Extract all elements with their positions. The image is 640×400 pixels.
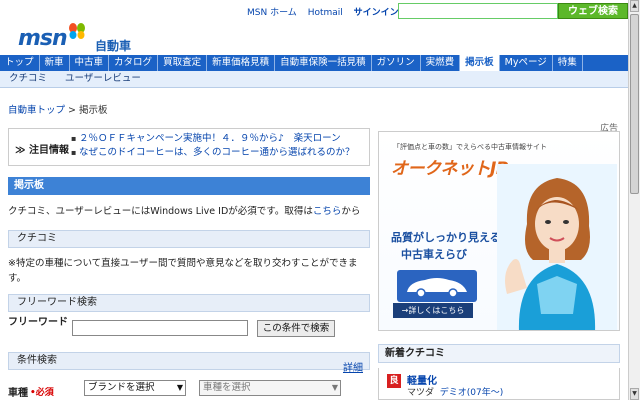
live-id-link[interactable]: こちら — [313, 206, 342, 217]
msn-butterfly-icon — [69, 23, 85, 39]
scroll-up-icon[interactable]: ▲ — [630, 0, 639, 12]
brand-select-value: ブランドを選択 — [88, 382, 155, 393]
web-search-input[interactable] — [398, 3, 558, 19]
main-nav: トップ 新車 中古車 カタログ 買取査定 新車価格見積 自動車保険一括見積 ガソ… — [0, 55, 628, 71]
required-mark: •必須 — [30, 388, 54, 398]
latest-kuchikomi-header: 新着クチコミ — [378, 344, 620, 363]
breadcrumb-separator: > — [68, 105, 76, 116]
model-select-value: 車種を選択 — [203, 382, 251, 393]
notice-box: ≫ 注目情報 ２％ＯＦＦキャンペーン実施中！４．９％から♪ 楽天ローン なぜこの… — [8, 128, 370, 166]
review-model-link[interactable]: デミオ(07年〜) — [440, 388, 503, 398]
ad-cta-button[interactable]: →詳しくはこちら — [393, 303, 473, 318]
board-intro: クチコミ、ユーザーレビューにはWindows Live IDが必須です。取得はこ… — [8, 204, 370, 219]
freeword-search-button[interactable]: この条件で検索 — [257, 320, 335, 337]
nav-new-car-quote[interactable]: 新車価格見積 — [207, 55, 276, 71]
nav-board[interactable]: 掲示板 — [460, 55, 500, 71]
signin-link[interactable]: サインイン — [354, 8, 399, 18]
msn-logo[interactable]: msn — [18, 26, 68, 51]
scroll-down-icon[interactable]: ▼ — [630, 388, 639, 400]
sub-nav: クチコミ ユーザーレビュー — [0, 71, 628, 88]
nav-new-car[interactable]: 新車 — [40, 55, 70, 71]
nav-catalog[interactable]: カタログ — [109, 55, 159, 71]
vehicle-label: 車種 — [8, 388, 28, 399]
model-select[interactable]: 車種を選択 ▼ — [199, 380, 341, 396]
vertical-scrollbar[interactable]: ▲ ▼ — [628, 0, 640, 400]
condition-header: 条件検索 — [8, 352, 370, 370]
freeword-input[interactable] — [72, 320, 248, 336]
car-icon — [397, 270, 477, 302]
ad-brand-logo: オークネットJP — [391, 159, 508, 179]
nav-mypage[interactable]: Myページ — [500, 55, 553, 71]
subnav-kuchikomi[interactable]: クチコミ — [0, 71, 56, 87]
scrollbar-thumb[interactable] — [630, 14, 639, 194]
freeword-header: フリーワード検索 — [8, 294, 370, 312]
board-intro-suffix: から — [341, 206, 361, 217]
section-title: 自動車 — [95, 39, 132, 53]
board-intro-text: クチコミ、ユーザーレビューにはWindows Live IDが必須です。取得は — [8, 206, 313, 217]
notice-list: ２％ＯＦＦキャンペーン実施中！４．９％から♪ 楽天ローン なぜこのドイコーヒーは… — [71, 132, 355, 160]
brand-select[interactable]: ブランドを選択 ▼ — [84, 380, 186, 396]
notice-item: なぜこのドイコーヒーは、多くのコーヒー通から選ばれるのか？ — [71, 146, 355, 160]
subnav-user-review[interactable]: ユーザーレビュー — [56, 71, 150, 87]
breadcrumb-current: 掲示板 — [78, 105, 108, 116]
freeword-label: フリーワード — [8, 317, 68, 328]
detail-search-link[interactable]: 詳細 — [343, 359, 363, 374]
breadcrumb-home-link[interactable]: 自動車トップ — [8, 105, 65, 116]
ad-model-photo — [497, 164, 617, 330]
nav-insurance-quote[interactable]: 自動車保険一括見積 — [275, 55, 372, 71]
notice-link-loan[interactable]: ２％ＯＦＦキャンペーン実施中！４．９％から♪ 楽天ローン — [79, 133, 341, 144]
review-meta: マツダ デミオ(07年〜) — [407, 385, 503, 398]
rating-badge: 良 — [387, 374, 401, 388]
notice-link-coffee[interactable]: なぜこのドイコーヒーは、多くのコーヒー通から選ばれるのか？ — [79, 147, 355, 158]
ad-tagline: 「評価点と車の数」でえらべる中古車情報サイト — [393, 143, 547, 151]
latest-kuchikomi-item[interactable]: 良 軽量化 マツダ デミオ(07年〜) — [378, 368, 620, 400]
top-links: MSN ホーム Hotmail サインイン — [247, 5, 407, 18]
ad-copy-line1: 品質がしっかり見える — [391, 231, 501, 244]
notice-item: ２％ＯＦＦキャンペーン実施中！４．９％から♪ 楽天ローン — [71, 132, 355, 146]
nav-appraisal[interactable]: 買取査定 — [158, 55, 208, 71]
breadcrumb: 自動車トップ > 掲示板 — [8, 102, 108, 116]
msn-home-link[interactable]: MSN ホーム — [247, 8, 297, 18]
ad-banner[interactable]: 「評価点と車の数」でえらべる中古車情報サイト オークネットJP 品質がしっかり見… — [378, 131, 620, 331]
nav-top[interactable]: トップ — [0, 55, 40, 71]
web-search-button[interactable]: ウェブ検索 — [558, 3, 628, 19]
kuchikomi-header: クチコミ — [8, 230, 370, 248]
notice-label-text: 注目情報 — [28, 145, 69, 156]
nav-gasoline[interactable]: ガソリン — [372, 55, 421, 71]
chevron-down-icon: ▼ — [331, 383, 338, 392]
nav-used-car[interactable]: 中古車 — [70, 55, 110, 71]
page: MSN ホーム Hotmail サインイン ウェブ検索 msn 自動車 トップ … — [0, 0, 628, 400]
notice-label: ≫ 注目情報 — [15, 145, 69, 156]
kuchikomi-description: ※特定の車種について直接ユーザー間で質問や意見などを取り交わすことができます。 — [8, 258, 358, 284]
chevron-down-icon: ▼ — [176, 383, 183, 392]
board-header: 掲示板 — [8, 177, 370, 195]
nav-fuel-economy[interactable]: 実燃費 — [421, 55, 461, 71]
review-maker: マツダ — [407, 388, 435, 398]
ad-copy-line2: 中古車えらび — [401, 248, 467, 261]
nav-feature[interactable]: 特集 — [553, 55, 583, 71]
hotmail-link[interactable]: Hotmail — [308, 8, 343, 18]
